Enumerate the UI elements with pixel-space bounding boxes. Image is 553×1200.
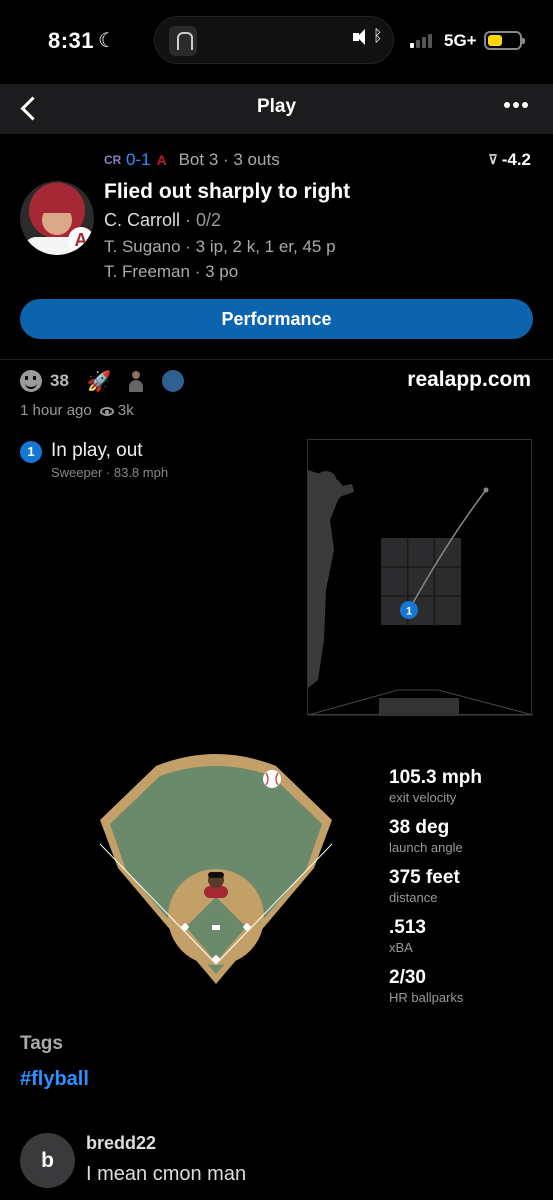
comment-text: I mean cmon man: [86, 1163, 247, 1185]
win-probability: ⊽ -4.2: [488, 150, 531, 170]
batter-name[interactable]: C. Carroll: [104, 210, 180, 230]
batter-silhouette-icon: [308, 470, 354, 688]
eye-icon: [99, 406, 114, 416]
dynamic-island: ᛒ: [154, 16, 394, 64]
bluetooth-icon: ᛒ: [373, 28, 383, 45]
zone-grid: [381, 538, 461, 625]
post-meta: 1 hour ago 3k: [20, 402, 134, 419]
strike-zone-graphic: 1: [308, 470, 533, 716]
divider: [0, 359, 553, 360]
pitch-location-label: 1: [406, 606, 412, 618]
time-ago: 1 hour ago: [20, 402, 92, 419]
stat-label: launch angle: [389, 840, 463, 855]
batter-avatar[interactable]: A: [20, 181, 94, 255]
reaction-count: 38: [50, 371, 69, 390]
user-reaction-icon[interactable]: [126, 369, 146, 393]
stat-value: 375 feet: [389, 867, 460, 888]
pitcher-line[interactable]: T. Sugano · 3 ip, 2 k, 1 er, 45 p: [104, 237, 336, 257]
stat-value: 2/30: [389, 967, 426, 988]
baseball-icon: [263, 770, 281, 788]
mute-icon: [353, 29, 369, 45]
score: 0-1: [126, 150, 151, 169]
tags-heading: Tags: [20, 1033, 63, 1054]
reaction-row: 38 🚀: [20, 369, 184, 393]
rocket-reaction-icon[interactable]: 🚀: [87, 369, 112, 394]
stat-label: HR ballparks: [389, 990, 464, 1005]
diamondbacks-badge-icon: A: [68, 227, 94, 253]
stat-exit-velocity: 105.3 mph exit velocity: [389, 767, 482, 806]
smile-reaction-icon[interactable]: [20, 370, 42, 392]
stat-value: 105.3 mph: [389, 767, 482, 788]
signal-icon: [410, 34, 432, 48]
fielder-line[interactable]: T. Freeman · 3 po: [104, 262, 238, 282]
moon-icon: ☾: [98, 30, 116, 52]
batter-line: C. Carroll · 0/2: [104, 210, 221, 231]
view-count: 3k: [117, 402, 134, 419]
play-title: Flied out sharply to right: [104, 180, 351, 203]
spray-chart: [96, 752, 336, 988]
stat-distance: 375 feet distance: [389, 867, 482, 906]
clock: 8:31: [48, 28, 95, 53]
wpa-arrow-icon: ⊽: [488, 152, 498, 167]
nav-bar: Play: [0, 84, 553, 134]
stat-hr-ballparks: 2/30 HR ballparks: [389, 967, 482, 1006]
rockies-logo-icon: CR: [104, 153, 122, 167]
strike-zone-panel: 1: [307, 439, 533, 716]
comment-avatar[interactable]: b: [20, 1133, 75, 1188]
app-icon: [169, 26, 197, 56]
stat-xba: .513 xBA: [389, 917, 482, 956]
stat-label: xBA: [389, 940, 413, 955]
pitch-detail: Sweeper · 83.8 mph: [51, 465, 169, 480]
status-bar: 8:31 ☾ ᛒ 5G+: [0, 0, 553, 84]
comment-username[interactable]: bredd22: [86, 1133, 156, 1154]
score-line: CR 0-1 A Bot 3 · 3 outs: [104, 150, 280, 170]
tag-link[interactable]: #flyball: [20, 1068, 89, 1091]
batter-stats: · 0/2: [180, 210, 222, 230]
page-title: Play: [256, 96, 297, 117]
network-type: 5G+: [444, 31, 477, 50]
stat-value: 38 deg: [389, 817, 450, 838]
stat-launch-angle: 38 deg launch angle: [389, 817, 482, 856]
stat-label: exit velocity: [389, 790, 457, 805]
performance-button[interactable]: Performance: [20, 299, 533, 339]
battery-icon: [484, 31, 525, 50]
inning-status: Bot 3 · 3 outs: [178, 150, 280, 169]
user-avatar-dot[interactable]: [161, 370, 184, 392]
pitch-number-badge: 1: [20, 441, 42, 463]
stat-label: distance: [389, 890, 438, 905]
batted-ball-stats: 105.3 mph exit velocity 38 deg launch an…: [389, 767, 482, 1017]
pitch-result: In play, out: [51, 440, 143, 461]
brand-link[interactable]: realapp.com: [407, 368, 531, 392]
stat-value: .513: [389, 917, 426, 938]
diamondbacks-logo-icon: A: [156, 152, 167, 168]
wpa-value: -4.2: [501, 150, 531, 169]
more-options-icon[interactable]: [504, 102, 528, 108]
